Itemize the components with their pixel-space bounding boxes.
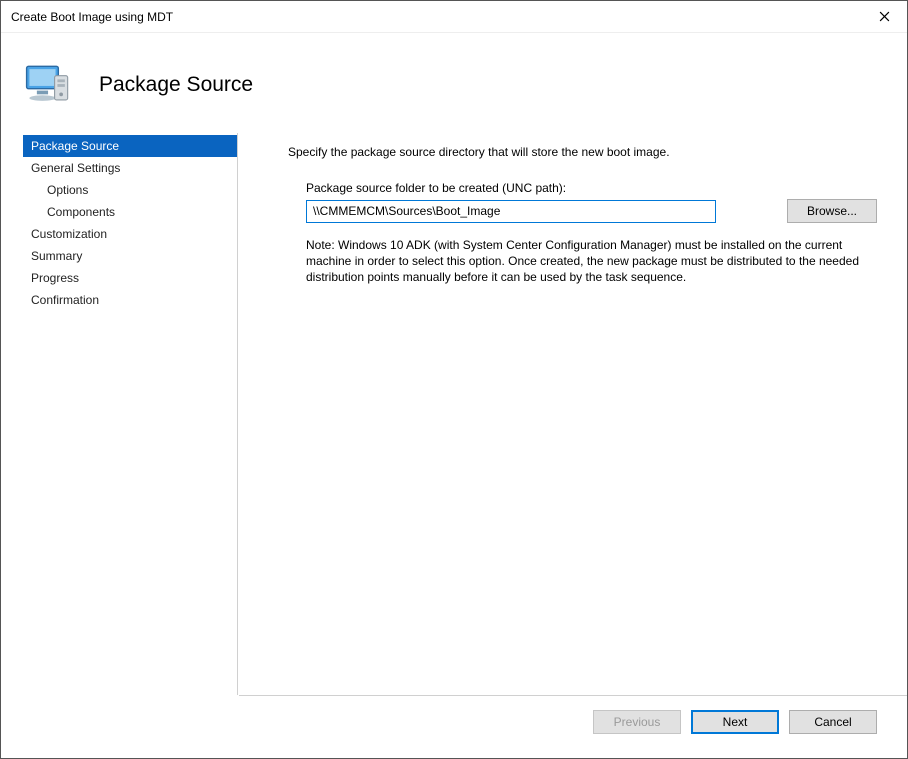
instruction-text: Specify the package source directory tha…: [288, 145, 877, 159]
page-title: Package Source: [99, 73, 253, 97]
path-field-label: Package source folder to be created (UNC…: [306, 181, 877, 195]
browse-button[interactable]: Browse...: [787, 199, 877, 223]
wizard-footer: Previous Next Cancel: [239, 695, 907, 758]
body: Package Source General Settings Options …: [1, 133, 907, 695]
step-summary[interactable]: Summary: [23, 245, 237, 267]
package-source-path-input[interactable]: [306, 200, 716, 223]
step-confirmation[interactable]: Confirmation: [23, 289, 237, 311]
step-progress[interactable]: Progress: [23, 267, 237, 289]
content-panel: Specify the package source directory tha…: [238, 133, 907, 695]
step-options[interactable]: Options: [23, 179, 237, 201]
header: Package Source: [1, 33, 907, 133]
titlebar: Create Boot Image using MDT: [1, 1, 907, 33]
previous-button: Previous: [593, 710, 681, 734]
cancel-button[interactable]: Cancel: [789, 710, 877, 734]
note-text: Note: Windows 10 ADK (with System Center…: [306, 237, 877, 286]
close-button[interactable]: [861, 1, 907, 33]
step-components[interactable]: Components: [23, 201, 237, 223]
close-icon: [879, 11, 890, 22]
window-title: Create Boot Image using MDT: [11, 10, 173, 24]
step-general-settings[interactable]: General Settings: [23, 157, 237, 179]
path-field-row: Browse...: [306, 199, 877, 223]
package-monitor-icon: [21, 57, 77, 113]
next-button[interactable]: Next: [691, 710, 779, 734]
wizard-steps-sidebar: Package Source General Settings Options …: [23, 133, 238, 695]
step-package-source[interactable]: Package Source: [23, 135, 237, 157]
wizard-window: Create Boot Image using MDT Package Sour…: [0, 0, 908, 759]
step-customization[interactable]: Customization: [23, 223, 237, 245]
